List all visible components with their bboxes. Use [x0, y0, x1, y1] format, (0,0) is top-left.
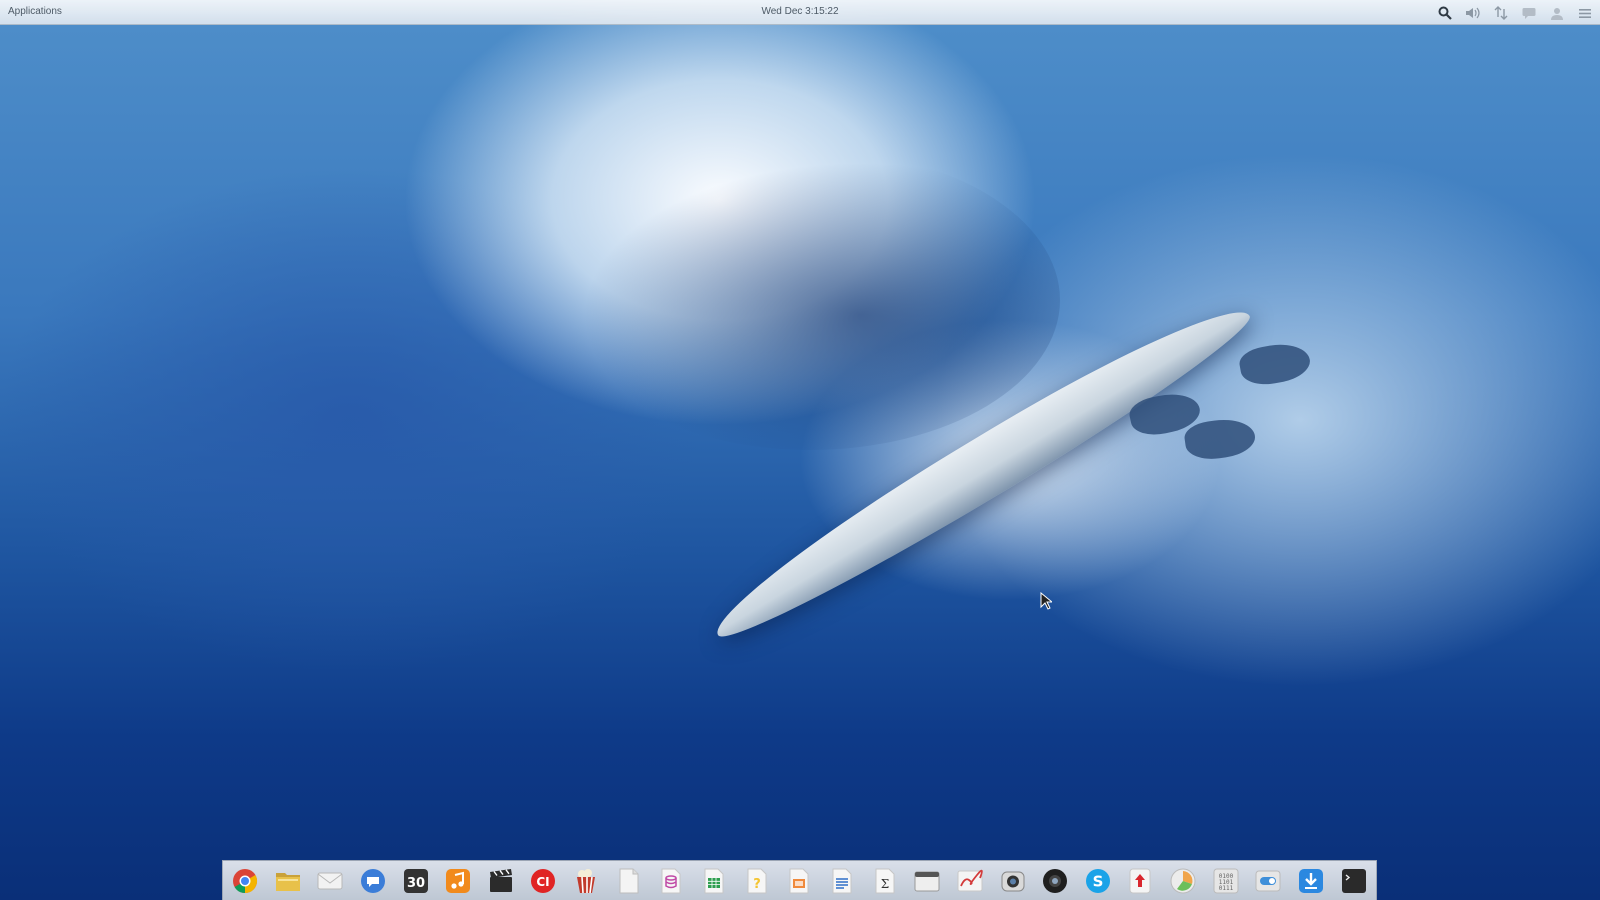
- svg-text:?: ?: [753, 877, 761, 892]
- math-icon[interactable]: Σ: [871, 867, 899, 895]
- chrome-icon[interactable]: [231, 867, 259, 895]
- spreadsheet-icon[interactable]: [700, 867, 728, 895]
- wallpaper-surfer-silhouette: [560, 150, 1060, 450]
- top-panel: Applications Wed Dec 3:15:22: [0, 0, 1600, 25]
- search-icon[interactable]: [1434, 3, 1456, 23]
- database-icon[interactable]: [657, 867, 685, 895]
- music-icon[interactable]: [444, 867, 472, 895]
- help-icon[interactable]: ?: [743, 867, 771, 895]
- toggle-icon[interactable]: [1254, 867, 1282, 895]
- calendar-icon[interactable]: 30: [402, 867, 430, 895]
- svg-text:CI: CI: [537, 875, 550, 889]
- webcam-icon[interactable]: [1041, 867, 1069, 895]
- user-icon[interactable]: [1546, 3, 1568, 23]
- dock: 30 CI ? Σ S 0100 1101 0111: [222, 860, 1377, 900]
- volume-icon[interactable]: [1462, 3, 1484, 23]
- popcorn-icon[interactable]: [572, 867, 600, 895]
- mouse-pointer-icon: [1040, 591, 1054, 614]
- upload-icon[interactable]: [1126, 867, 1154, 895]
- terminal-icon[interactable]: [1340, 867, 1368, 895]
- signature-icon[interactable]: [956, 867, 984, 895]
- wallpaper-fin: [1182, 415, 1258, 463]
- binary-icon[interactable]: 0100 1101 0111: [1212, 867, 1240, 895]
- document-blank-icon[interactable]: [615, 867, 643, 895]
- skype-icon[interactable]: S: [1084, 867, 1112, 895]
- ci-icon[interactable]: CI: [529, 867, 557, 895]
- camera-icon[interactable]: [999, 867, 1027, 895]
- applications-menu[interactable]: Applications: [8, 6, 62, 17]
- messages-icon[interactable]: [1518, 3, 1540, 23]
- clock-text[interactable]: Wed Dec 3:15:22: [761, 6, 838, 17]
- svg-text:30: 30: [407, 876, 425, 891]
- download-icon[interactable]: [1297, 867, 1325, 895]
- chat-icon[interactable]: [359, 867, 387, 895]
- writer-icon[interactable]: [828, 867, 856, 895]
- wallpaper-fin: [1237, 339, 1313, 389]
- desktop-wallpaper: [0, 0, 1600, 900]
- window-manager-icon[interactable]: [913, 867, 941, 895]
- menu-icon[interactable]: [1574, 3, 1596, 23]
- network-icon[interactable]: [1490, 3, 1512, 23]
- svg-text:Σ: Σ: [880, 877, 888, 891]
- video-editor-icon[interactable]: [487, 867, 515, 895]
- clock-widget: Wed Dec 3:15:22: [0, 6, 1600, 17]
- indicator-area: [1428, 3, 1596, 23]
- svg-text:0111: 0111: [1219, 885, 1234, 892]
- files-icon[interactable]: [274, 867, 302, 895]
- mail-icon[interactable]: [316, 867, 344, 895]
- system-monitor-icon[interactable]: [1169, 867, 1197, 895]
- presentation-icon[interactable]: [785, 867, 813, 895]
- svg-text:S: S: [1092, 872, 1103, 890]
